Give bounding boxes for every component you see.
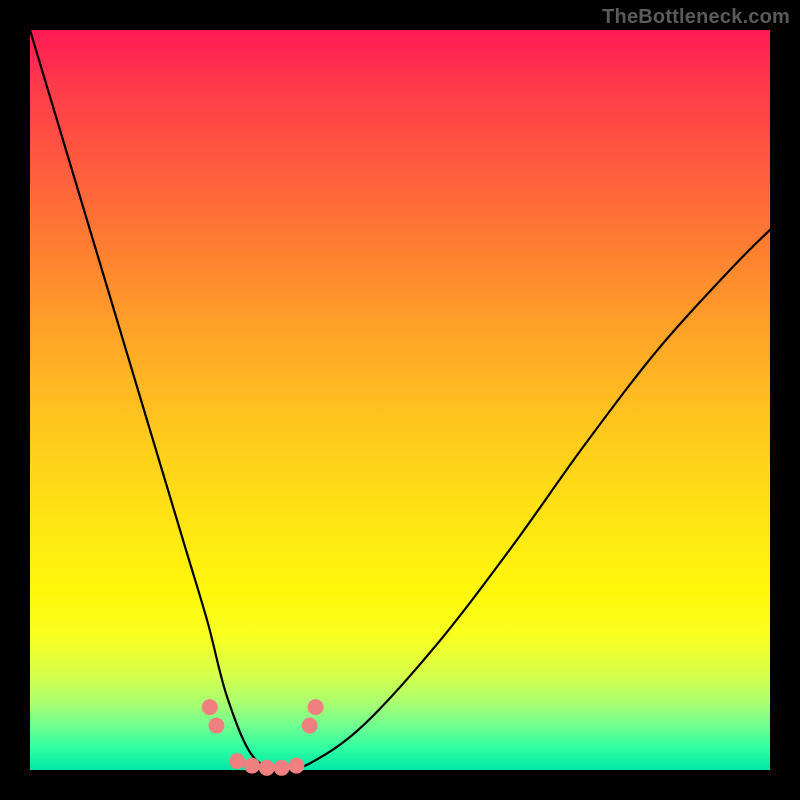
curve-markers <box>202 699 324 776</box>
plot-area <box>30 30 770 770</box>
marker-dot <box>308 699 324 715</box>
marker-dot <box>274 760 290 776</box>
curve-svg <box>30 30 770 770</box>
marker-dot <box>209 718 225 734</box>
watermark-text: TheBottleneck.com <box>602 6 790 29</box>
bottleneck-curve <box>30 30 770 770</box>
chart-frame: TheBottleneck.com <box>0 0 800 800</box>
marker-dot <box>229 753 245 769</box>
marker-dot <box>259 760 275 776</box>
marker-dot <box>244 758 260 774</box>
marker-dot <box>202 699 218 715</box>
marker-dot <box>302 718 318 734</box>
marker-dot <box>288 758 304 774</box>
